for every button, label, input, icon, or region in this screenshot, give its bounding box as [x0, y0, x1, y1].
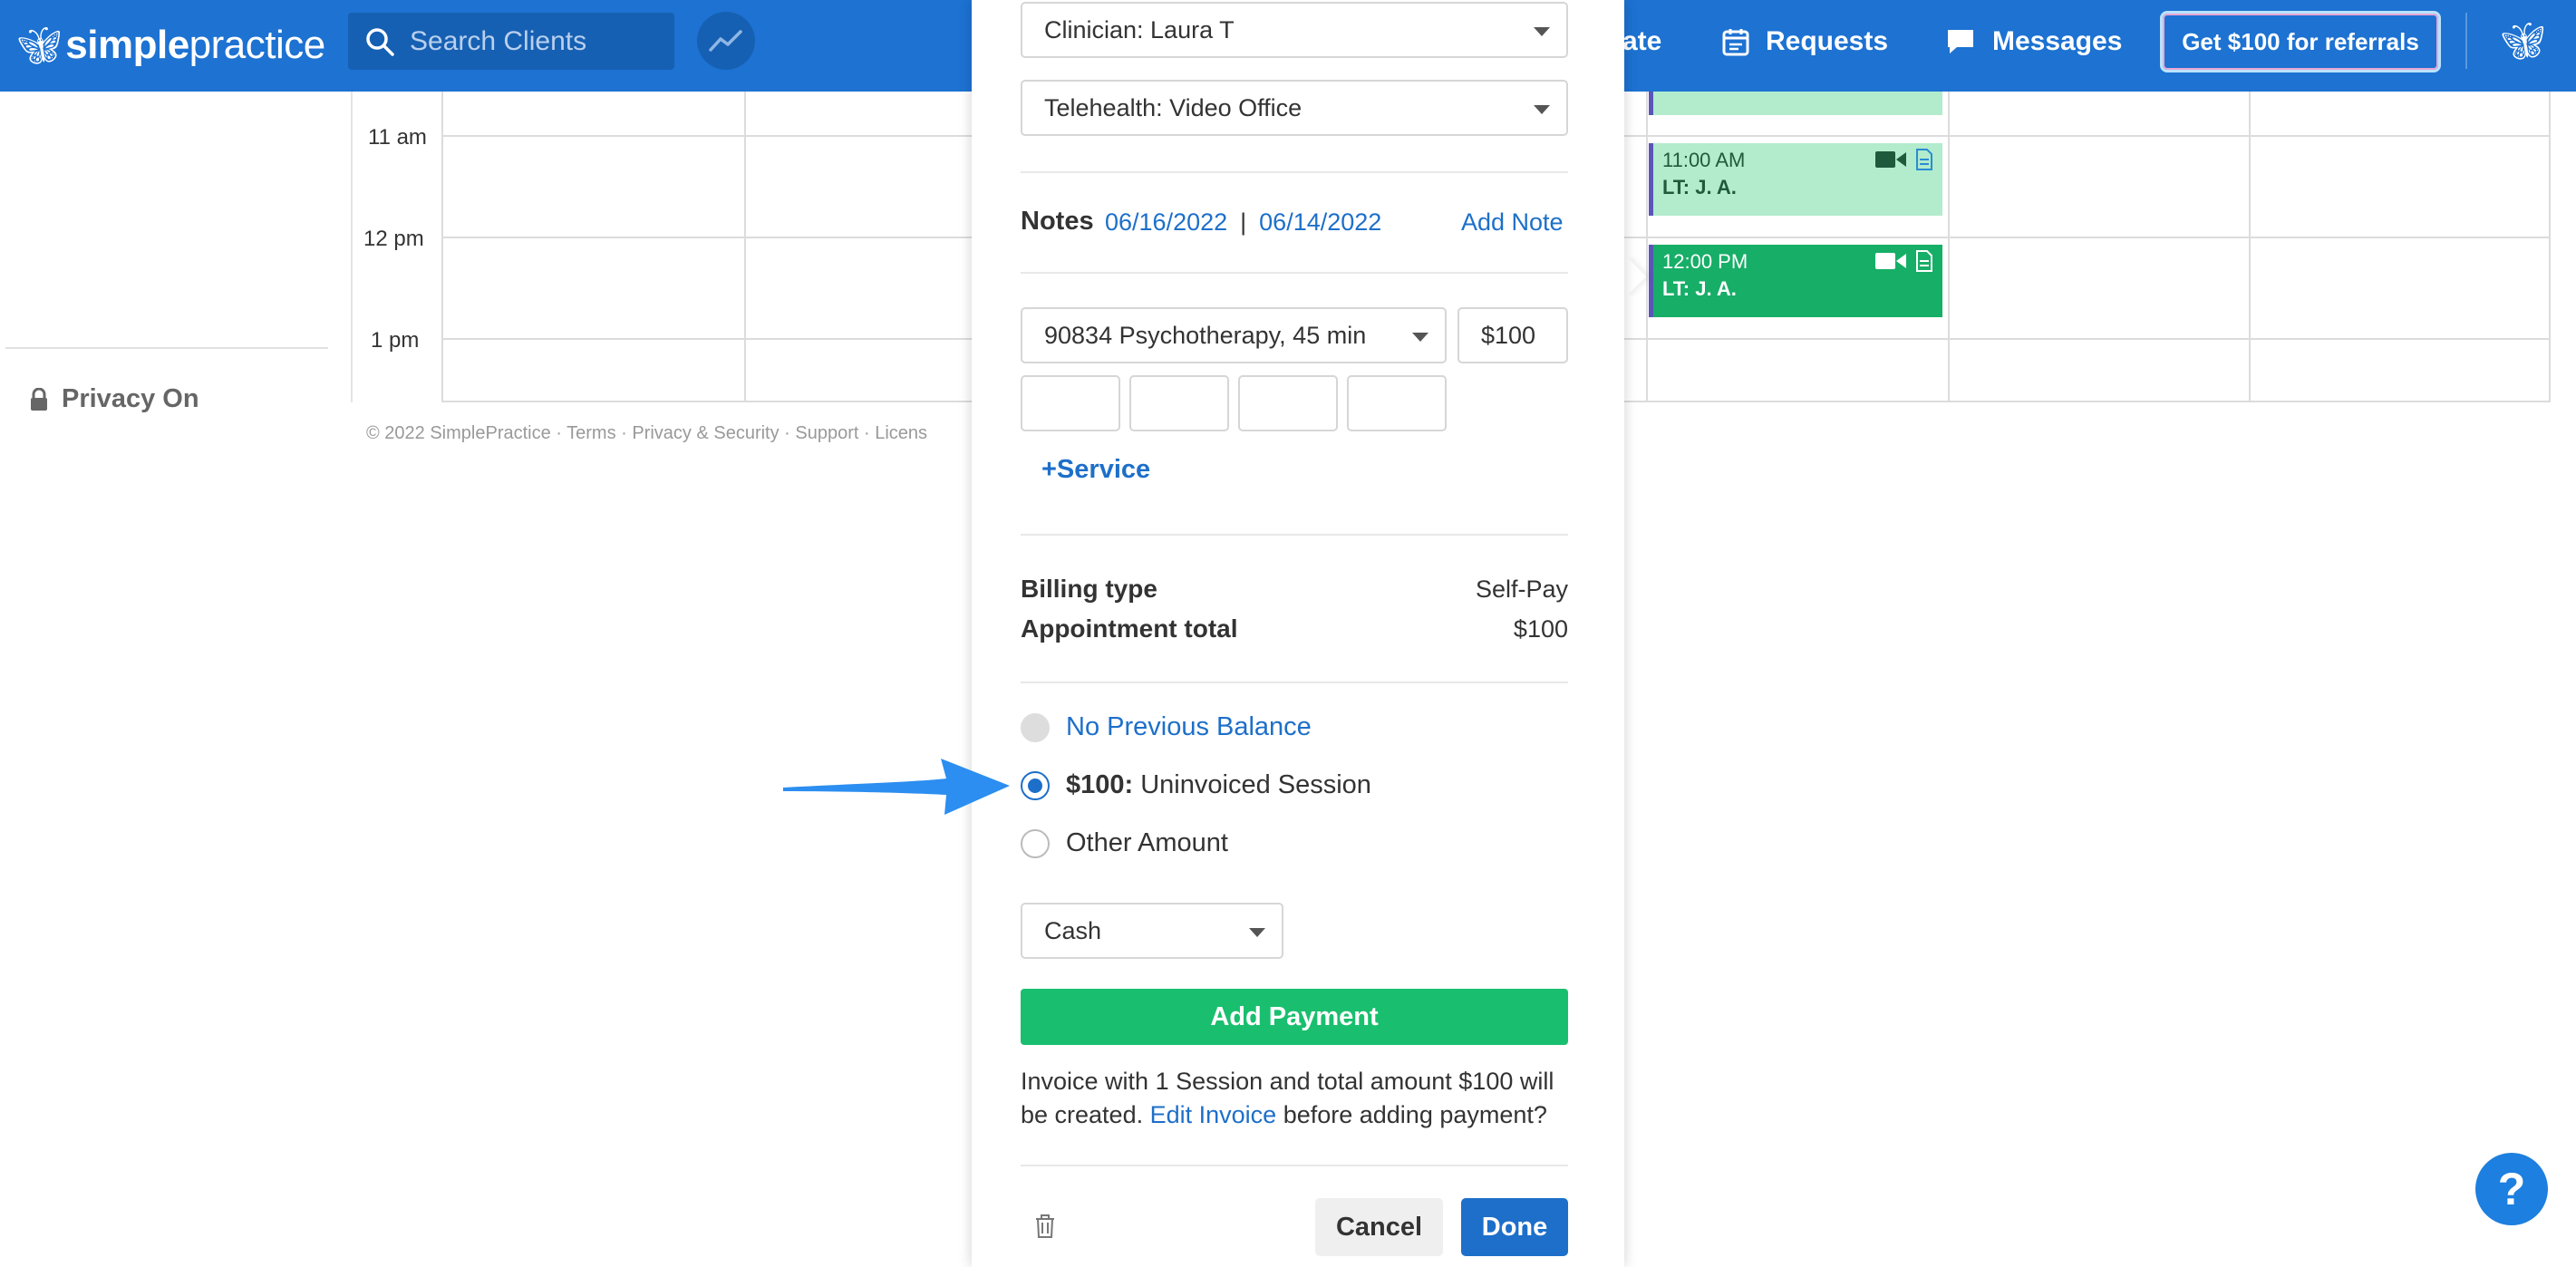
location-select[interactable]: Telehealth: Video Office — [1021, 80, 1568, 136]
grid-line — [2249, 92, 2251, 402]
grid-line — [744, 92, 746, 402]
add-service-link[interactable]: +Service — [1041, 455, 1150, 485]
nav-divider — [2465, 13, 2467, 69]
radio-button-selected[interactable] — [1021, 770, 1050, 800]
modifier-input-4[interactable] — [1347, 375, 1447, 431]
modifier-input-3[interactable] — [1238, 375, 1338, 431]
grid-line — [1646, 92, 1648, 402]
cancel-button[interactable]: Cancel — [1315, 1198, 1443, 1256]
nav-item-messages[interactable]: Messages — [1945, 25, 2122, 58]
butterfly-menu-icon[interactable]: 🦋︎ — [2500, 20, 2546, 63]
modifier-input-2[interactable] — [1129, 375, 1229, 431]
nav-item-requests[interactable]: Requests — [1722, 25, 1888, 58]
caret-down-icon — [1534, 27, 1550, 36]
grid-line — [441, 92, 443, 402]
sidebar-divider — [5, 347, 328, 349]
nav-item-partial[interactable]: ate — [1622, 25, 1661, 58]
add-note-link[interactable]: Add Note — [1461, 208, 1564, 237]
appointment-block-previous[interactable] — [1649, 92, 1942, 115]
radio-button[interactable] — [1021, 712, 1050, 742]
caret-down-icon — [1249, 928, 1265, 937]
video-camera-icon — [1875, 151, 1906, 168]
section-divider — [1021, 682, 1568, 683]
logo-text-bold: simple — [65, 23, 189, 67]
footer-links[interactable]: © 2022 SimplePractice · Terms · Privacy … — [366, 423, 927, 444]
service-select[interactable]: 90834 Psychotherapy, 45 min — [1021, 307, 1447, 363]
grid-line — [2549, 92, 2551, 402]
help-button[interactable]: ? — [2475, 1153, 2548, 1225]
lock-icon — [31, 387, 47, 411]
appointment-total-value: $100 — [1513, 615, 1568, 643]
butterfly-logo-icon: 🦋︎ — [16, 25, 63, 66]
time-label-12pm: 12 pm — [363, 227, 424, 251]
appointment-total-label: Appointment total — [1021, 614, 1238, 643]
search-input[interactable] — [410, 25, 663, 57]
note-document-icon — [1916, 149, 1932, 170]
section-divider — [1021, 534, 1568, 536]
service-fee-input[interactable]: $100 — [1457, 307, 1568, 363]
add-payment-button[interactable]: Add Payment — [1021, 989, 1568, 1045]
search-box[interactable] — [348, 13, 674, 70]
time-label-1pm: 1 pm — [371, 328, 420, 353]
logo-text-light: practice — [189, 23, 326, 67]
section-divider — [1021, 272, 1568, 274]
note-document-icon — [1916, 250, 1932, 272]
caret-down-icon — [1534, 105, 1550, 114]
invoice-note: Invoice with 1 Session and total amount … — [1021, 1068, 1554, 1128]
billing-type-value: Self-Pay — [1475, 575, 1568, 603]
privacy-toggle[interactable]: Privacy On — [29, 384, 199, 414]
delete-button[interactable] — [1034, 1214, 1056, 1243]
chat-bubble-icon — [1948, 30, 1973, 53]
clinician-select[interactable]: Clinician: Laura T — [1021, 2, 1568, 58]
section-divider — [1021, 171, 1568, 173]
modifier-input-1[interactable] — [1021, 375, 1120, 431]
radio-no-previous-balance[interactable]: No Previous Balance — [1021, 712, 1312, 742]
search-icon — [366, 27, 394, 56]
radio-other-amount[interactable]: Other Amount — [1021, 828, 1228, 858]
note-link-0616[interactable]: 06/16/2022 — [1105, 208, 1227, 237]
billing-type-label: Billing type — [1021, 575, 1157, 603]
trash-icon — [1036, 1214, 1054, 1238]
note-link-0614[interactable]: 06/14/2022 — [1259, 208, 1381, 237]
annotation-arrow-icon — [783, 759, 1010, 815]
caret-down-icon — [1412, 333, 1428, 342]
time-label-11am: 11 am — [368, 125, 427, 150]
analytics-button[interactable] — [697, 12, 755, 70]
grid-line — [1948, 92, 1950, 402]
payment-method-select[interactable]: Cash — [1021, 903, 1283, 959]
appointment-client: LT: J. A. — [1662, 277, 1737, 300]
done-button[interactable]: Done — [1461, 1198, 1568, 1256]
referrals-button[interactable]: Get $100 for referrals — [2160, 11, 2441, 73]
appointment-client: LT: J. A. — [1662, 176, 1737, 198]
edit-invoice-link[interactable]: Edit Invoice — [1150, 1101, 1277, 1128]
notes-separator: | — [1240, 208, 1247, 236]
radio-uninvoiced-session[interactable]: $100: Uninvoiced Session — [1021, 770, 1371, 800]
trending-up-icon — [709, 30, 742, 52]
notes-title: Notes — [1021, 207, 1094, 236]
radio-button[interactable] — [1021, 828, 1050, 858]
simplepractice-logo[interactable]: 🦋︎ simple practice — [16, 16, 325, 74]
calendar-icon — [1722, 29, 1749, 56]
appointment-11am[interactable]: 11:00 AM LT: J. A. — [1649, 143, 1942, 216]
appointment-12pm[interactable]: 12:00 PM LT: J. A. — [1649, 245, 1942, 317]
video-camera-icon — [1875, 253, 1906, 269]
section-divider — [1021, 1165, 1568, 1166]
